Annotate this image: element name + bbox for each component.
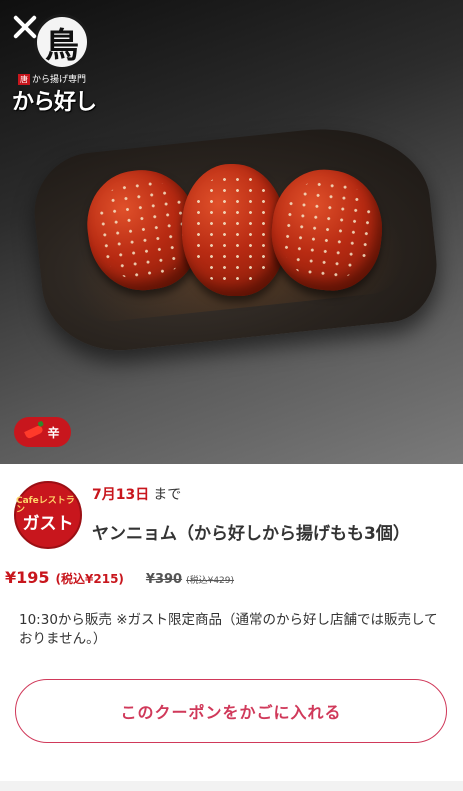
sale-note: 10:30から販売 ※ガスト限定商品（通常のから好し店舗では販売しておりません。…: [19, 612, 438, 647]
bottom-divider: [0, 781, 463, 791]
spicy-label: 辛: [47, 425, 60, 440]
gusto-logo: Cafeレストラン ガスト: [14, 481, 82, 549]
deadline-date: 7月13日: [92, 487, 150, 503]
original-price-tax: (税込¥429): [186, 576, 235, 586]
coupon-deadline: 7月13日 まで: [92, 484, 181, 504]
logo-emblem: 鳥: [34, 14, 90, 70]
karaage-piece: [182, 164, 286, 296]
chili-pepper-icon: [24, 424, 45, 440]
discount-price-tax: (税込¥215): [55, 572, 124, 586]
discount-price: ¥195: [5, 568, 50, 587]
deadline-suffix: まで: [153, 487, 182, 503]
spicy-badge: 辛: [14, 417, 71, 447]
price-row: ¥195 (税込¥215) ¥390 (税込¥429): [5, 568, 234, 587]
add-to-cart-button[interactable]: このクーポンをかごに入れる: [15, 679, 447, 743]
original-price: ¥390: [145, 572, 183, 587]
product-title: ヤンニョム（から好しから揚げもも3個）: [92, 524, 410, 544]
logo-name: から好し: [12, 89, 97, 115]
close-icon[interactable]: [8, 10, 42, 44]
product-image: 鳥 唐から揚げ専門 から好し 辛: [0, 0, 463, 464]
